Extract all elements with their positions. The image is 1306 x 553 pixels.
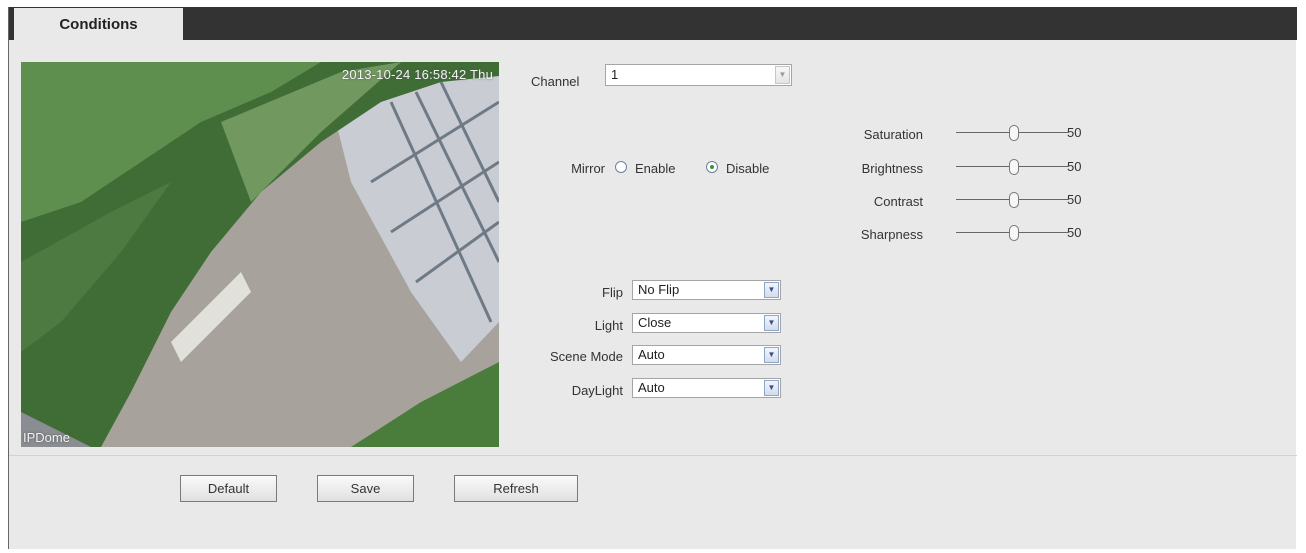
scene-mode-label: Scene Mode	[550, 349, 623, 364]
chevron-down-icon: ▼	[764, 380, 779, 396]
brightness-value: 50	[1067, 159, 1082, 174]
light-label: Light	[594, 318, 623, 333]
scene-mode-value: Auto	[638, 347, 665, 362]
preview-camera-name: IPDome	[23, 430, 70, 445]
divider	[9, 455, 1297, 456]
slider-thumb[interactable]	[1009, 192, 1019, 208]
slider-thumb[interactable]	[1009, 159, 1019, 175]
mirror-enable-label: Enable	[635, 161, 676, 176]
sharpness-value: 50	[1067, 225, 1082, 240]
daylight-select[interactable]: Auto ▼	[632, 378, 781, 398]
slider-thumb[interactable]	[1009, 125, 1019, 141]
save-button[interactable]: Save	[317, 475, 414, 502]
chevron-down-icon: ▼	[764, 282, 779, 298]
video-preview: 2013-10-24 16:58:42 Thu IPDome	[21, 62, 499, 447]
saturation-value: 50	[1067, 125, 1082, 140]
chevron-down-icon: ▼	[764, 315, 779, 331]
flip-select[interactable]: No Flip ▼	[632, 280, 781, 300]
refresh-button[interactable]: Refresh	[454, 475, 578, 502]
tab-conditions[interactable]: Conditions	[14, 8, 183, 41]
camera-image	[21, 62, 499, 447]
flip-label: Flip	[602, 285, 623, 300]
channel-label: Channel	[531, 74, 580, 89]
light-select[interactable]: Close ▼	[632, 313, 781, 333]
sharpness-label: Sharpness	[860, 227, 923, 242]
radio-selected-dot	[710, 165, 714, 169]
daylight-value: Auto	[638, 380, 665, 395]
mirror-enable-radio[interactable]	[615, 161, 627, 173]
channel-value: 1	[611, 67, 619, 82]
contrast-label: Contrast	[873, 194, 923, 209]
preview-timestamp: 2013-10-24 16:58:42 Thu	[341, 67, 493, 82]
mirror-label: Mirror	[571, 161, 605, 176]
default-button[interactable]: Default	[180, 475, 277, 502]
tab-bar: Conditions	[9, 7, 1297, 41]
slider-thumb[interactable]	[1009, 225, 1019, 241]
conditions-panel: Conditions 2013-10-24 16:58:42 Thu IPDom…	[8, 7, 1297, 549]
contrast-value: 50	[1067, 192, 1082, 207]
saturation-label: Saturation	[863, 127, 923, 142]
saturation-slider[interactable]: 50	[956, 125, 1106, 141]
chevron-down-icon: ▼	[775, 66, 790, 84]
flip-value: No Flip	[638, 282, 680, 297]
mirror-disable-radio[interactable]	[706, 161, 718, 173]
sharpness-slider[interactable]: 50	[956, 225, 1106, 241]
brightness-slider[interactable]: 50	[956, 159, 1106, 175]
channel-select[interactable]: 1 ▼	[605, 64, 792, 86]
daylight-label: DayLight	[571, 383, 623, 398]
light-value: Close	[638, 315, 672, 330]
chevron-down-icon: ▼	[764, 347, 779, 363]
brightness-label: Brightness	[861, 161, 923, 176]
contrast-slider[interactable]: 50	[956, 192, 1106, 208]
scene-mode-select[interactable]: Auto ▼	[632, 345, 781, 365]
mirror-disable-label: Disable	[726, 161, 770, 176]
